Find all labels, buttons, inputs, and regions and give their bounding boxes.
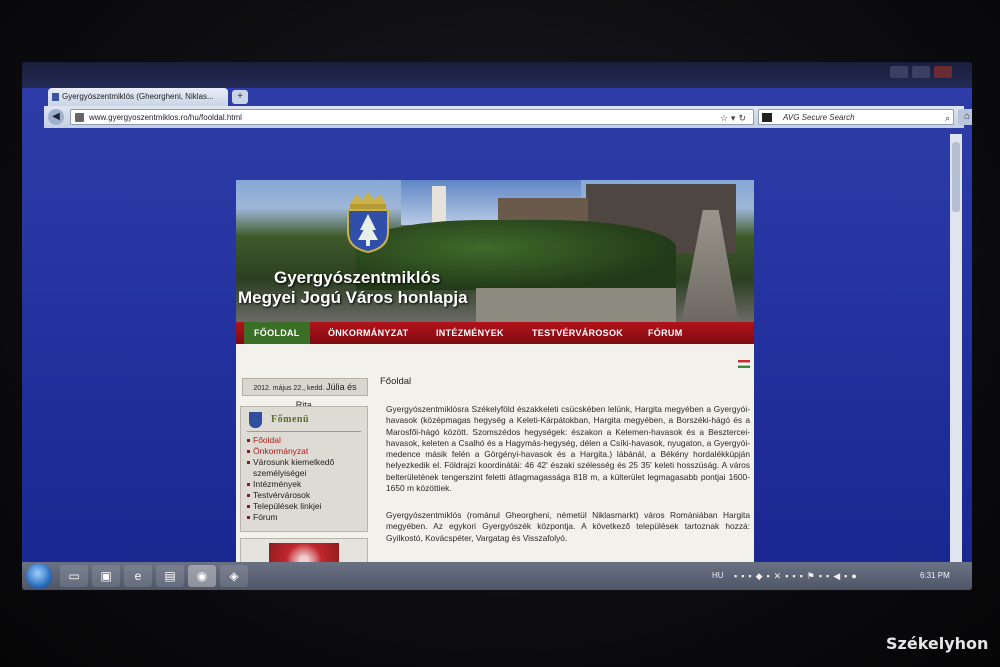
window-titlebar [22, 62, 972, 88]
close-icon[interactable] [934, 66, 952, 78]
shield-icon [249, 412, 262, 428]
taskbar: ▭ ▣ e ▤ ◉ ◈ HU ▪▪▪◆▪✕▪▪▪⚑▪▪◀▪● 6:31 PM [22, 562, 972, 590]
coat-of-arms-icon [347, 192, 389, 254]
home-icon[interactable]: ⌂ [958, 109, 972, 125]
language-indicator[interactable]: HU [712, 562, 724, 590]
minimize-icon[interactable] [890, 66, 908, 78]
explorer-taskbar-icon[interactable]: ▭ [60, 565, 88, 587]
sidebar-item-forum[interactable]: Fórum [247, 512, 363, 523]
menu-item-forum[interactable]: FÓRUM [648, 322, 683, 344]
sidebar-item-testvervarosok[interactable]: Testvérvárosok [247, 490, 363, 501]
firefox-taskbar-icon[interactable]: ◉ [188, 565, 216, 587]
hungarian-flag-icon[interactable] [738, 360, 750, 368]
watermark-logo: Székelyhon [886, 634, 989, 653]
menu-item-fooldal[interactable]: FŐOLDAL [244, 322, 310, 344]
monitor-screen: Gyergyószentmiklós (Gheorgheni, Niklas..… [22, 62, 972, 590]
clock[interactable]: 6:31 PM [920, 562, 950, 590]
sidebar-item-telepulesek[interactable]: Települések linkjei [247, 501, 363, 512]
page-title: Főoldal [380, 376, 412, 387]
search-icon[interactable]: ⌕ [945, 110, 950, 126]
site-title-line1: Gyergyószentmiklós [274, 268, 441, 287]
main-menu: FŐOLDAL ÖNKORMÁNYZAT INTÉZMÉNYEK TESTVÉR… [236, 322, 754, 344]
sidebar-item-szemelyisegek[interactable]: Városunk kiemelkedő személyiségei [247, 457, 363, 479]
sidebar-item-intezmenyek[interactable]: Intézmények [247, 479, 363, 490]
site-identity-icon [75, 113, 84, 122]
folder-taskbar-icon[interactable]: ▤ [156, 565, 184, 587]
back-arrow-icon[interactable]: ◀ [48, 109, 64, 125]
intro-paragraph: Gyergyószentmiklósra Székelyföld északke… [386, 404, 750, 494]
browser-tab[interactable]: Gyergyószentmiklós (Gheorgheni, Niklas..… [48, 88, 228, 106]
site-title-line2: Megyei Jogú Város honlapja [238, 288, 468, 307]
start-button-icon[interactable] [26, 563, 52, 589]
sidebar-main-menu: Főmenü Főoldal Önkormányzat Városunk kie… [240, 406, 368, 532]
favicon-icon [52, 93, 59, 101]
sidebar-list: Főoldal Önkormányzat Városunk kiemelkedő… [247, 435, 363, 523]
maximize-icon[interactable] [912, 66, 930, 78]
date-text: 2012. május 22., kedd. [253, 385, 325, 392]
address-bar[interactable]: www.gyergyoszentmiklos.ro/hu/fooldal.htm… [70, 109, 754, 125]
sidebar-heading: Főmenü [271, 414, 309, 425]
menu-item-onkormanyzat[interactable]: ÖNKORMÁNYZAT [328, 322, 408, 344]
sidebar-item-onkormanyzat[interactable]: Önkormányzat [247, 446, 363, 457]
app-taskbar-icon[interactable]: ◈ [220, 565, 248, 587]
tab-title: Gyergyószentmiklós (Gheorgheni, Niklas..… [62, 92, 214, 101]
url-text: www.gyergyoszentmiklos.ro/hu/fooldal.htm… [89, 113, 242, 122]
menu-item-testvervarosok[interactable]: TESTVÉRVÁROSOK [532, 322, 623, 344]
tray-icons[interactable]: ▪▪▪◆▪✕▪▪▪⚑▪▪◀▪● [734, 571, 861, 582]
scrollbar-thumb[interactable] [952, 142, 960, 212]
navigation-toolbar: ◀ www.gyergyoszentmiklos.ro/hu/fooldal.h… [44, 106, 972, 128]
new-tab-button[interactable]: + [232, 90, 248, 104]
media-taskbar-icon[interactable]: ▣ [92, 565, 120, 587]
header-banner-photo: Gyergyószentmiklós Megyei Jogú Város hon… [236, 180, 754, 322]
search-bar[interactable]: AVG Secure Search ⌕ [758, 109, 954, 125]
search-placeholder: AVG Secure Search [783, 113, 855, 122]
second-paragraph: Gyergyószentmiklós (románul Gheorgheni, … [386, 510, 750, 543]
ie-taskbar-icon[interactable]: e [124, 565, 152, 587]
menu-item-intezmenyek[interactable]: INTÉZMÉNYEK [436, 322, 504, 344]
web-page: Gyergyószentmiklós Megyei Jogú Város hon… [236, 180, 754, 573]
divider [247, 431, 361, 432]
banner-plaza [476, 288, 676, 322]
site-title: Gyergyószentmiklós Megyei Jogú Város hon… [238, 268, 468, 308]
bookmark-star-icon[interactable]: ☆▾↻ [720, 110, 749, 126]
sidebar-item-fooldal[interactable]: Főoldal [247, 435, 363, 446]
avg-logo-icon [762, 113, 772, 122]
date-box: 2012. május 22., kedd. Júlia és Rita. [242, 378, 368, 410]
